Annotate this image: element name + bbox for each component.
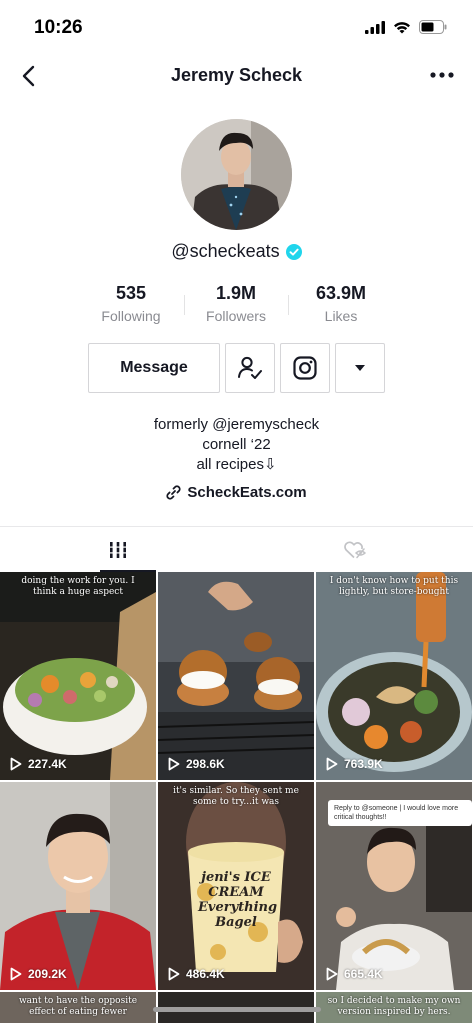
handle-row: @scheckeats xyxy=(0,241,473,262)
avatar[interactable] xyxy=(181,119,292,230)
following-button[interactable] xyxy=(225,343,275,393)
view-count: 486.4K xyxy=(168,967,225,981)
verified-badge-icon xyxy=(285,243,302,260)
caret-down-icon xyxy=(355,365,365,371)
following-label: Following xyxy=(101,308,161,324)
video-tile[interactable]: want to have the opposite effect of eati… xyxy=(0,992,156,1023)
view-count-text: 298.6K xyxy=(186,757,225,771)
video-tile[interactable]: 298.6K xyxy=(158,572,314,780)
tab-liked[interactable] xyxy=(237,527,473,572)
video-caption: it's similar. So they sent me some to tr… xyxy=(173,786,299,807)
play-icon xyxy=(326,967,338,981)
video-tile[interactable]: Reply to @someone | I would love more cr… xyxy=(316,782,472,990)
view-count-text: 209.2K xyxy=(28,967,67,981)
battery-icon xyxy=(419,20,447,34)
nav-bar: Jeremy Scheck xyxy=(0,56,473,96)
video-thumbnail-salad xyxy=(0,572,156,780)
bio-line: cornell ‘22 xyxy=(202,436,271,453)
cellular-signal-icon xyxy=(365,20,385,34)
status-time: 10:26 xyxy=(34,17,83,38)
username-handle: @scheckeats xyxy=(171,241,280,261)
stat-likes[interactable]: 63.9M Likes xyxy=(286,283,396,324)
likes-count: 63.9M xyxy=(315,283,367,303)
reply-speech-bubble: Reply to @someone | I would love more cr… xyxy=(328,800,472,826)
grid-videos-icon xyxy=(109,541,127,558)
instagram-icon xyxy=(293,356,317,380)
profile-actions: Message xyxy=(0,343,473,393)
instagram-button[interactable] xyxy=(280,343,330,393)
play-icon xyxy=(10,757,22,771)
suggested-accounts-button[interactable] xyxy=(335,343,385,393)
tab-videos[interactable] xyxy=(0,527,236,572)
home-indicator xyxy=(153,1007,321,1012)
profile-link[interactable]: ScheckEats.com xyxy=(0,484,473,501)
video-thumbnail-cream-puffs xyxy=(158,572,314,780)
profile-link-text: ScheckEats.com xyxy=(187,484,307,501)
play-icon xyxy=(326,757,338,771)
link-icon xyxy=(166,485,181,500)
status-bar: 10:26 xyxy=(0,0,473,56)
video-tile[interactable]: I don't know how to put this lightly, bu… xyxy=(316,572,472,780)
bio: formerly @jeremyscheck cornell ‘22 all r… xyxy=(0,415,473,475)
play-icon xyxy=(10,967,22,981)
message-button[interactable]: Message xyxy=(88,343,220,393)
stat-followers[interactable]: 1.9M Followers xyxy=(181,283,291,324)
view-count: 298.6K xyxy=(168,757,225,771)
video-caption: I don't know how to put this lightly, bu… xyxy=(329,576,459,597)
bio-line: formerly @jeremyscheck xyxy=(153,416,320,433)
likes-label: Likes xyxy=(324,308,358,324)
video-thumbnail-noodle-salad xyxy=(316,572,472,780)
view-count: 209.2K xyxy=(10,967,67,981)
video-tile[interactable]: doing the work for you. I think a huge a… xyxy=(0,572,156,780)
video-thumbnail-person-red-jacket xyxy=(0,782,156,990)
user-check-icon xyxy=(238,356,262,379)
followers-count: 1.9M xyxy=(215,283,257,303)
video-tile[interactable]: 209.2K xyxy=(0,782,156,990)
more-dots-icon xyxy=(430,72,454,78)
video-tile[interactable]: it's similar. So they sent me some to tr… xyxy=(158,782,314,990)
view-count-text: 763.9K xyxy=(344,757,383,771)
bio-line: all recipes⇩ xyxy=(196,456,277,473)
liked-hidden-heart-icon xyxy=(344,540,367,558)
wifi-icon xyxy=(394,21,410,33)
video-caption: want to have the opposite effect of eati… xyxy=(18,996,138,1017)
following-count: 535 xyxy=(115,283,147,303)
video-tile[interactable]: so I decided to make my own version insp… xyxy=(316,992,472,1023)
followers-label: Followers xyxy=(206,308,266,324)
stat-following[interactable]: 535 Following xyxy=(76,283,186,324)
view-count: 763.9K xyxy=(326,757,383,771)
status-icons xyxy=(365,20,447,34)
profile-stats: 535 Following 1.9M Followers 63.9M Likes xyxy=(0,283,473,327)
view-count: 227.4K xyxy=(10,757,67,771)
play-icon xyxy=(168,757,180,771)
view-count-text: 227.4K xyxy=(28,757,67,771)
page-title: Jeremy Scheck xyxy=(170,65,303,85)
avatar-image xyxy=(181,119,292,230)
view-count-text: 486.4K xyxy=(186,967,225,981)
video-caption: doing the work for you. I think a huge a… xyxy=(21,576,135,597)
play-icon xyxy=(168,967,180,981)
view-count-text: 665.4K xyxy=(344,967,383,981)
content-tabs xyxy=(0,527,473,572)
video-caption: so I decided to make my own version insp… xyxy=(327,996,461,1017)
product-label: jeni's ICE CREAM Everything Bagel xyxy=(198,870,278,930)
more-options-button[interactable] xyxy=(429,65,455,85)
view-count: 665.4K xyxy=(326,967,383,981)
